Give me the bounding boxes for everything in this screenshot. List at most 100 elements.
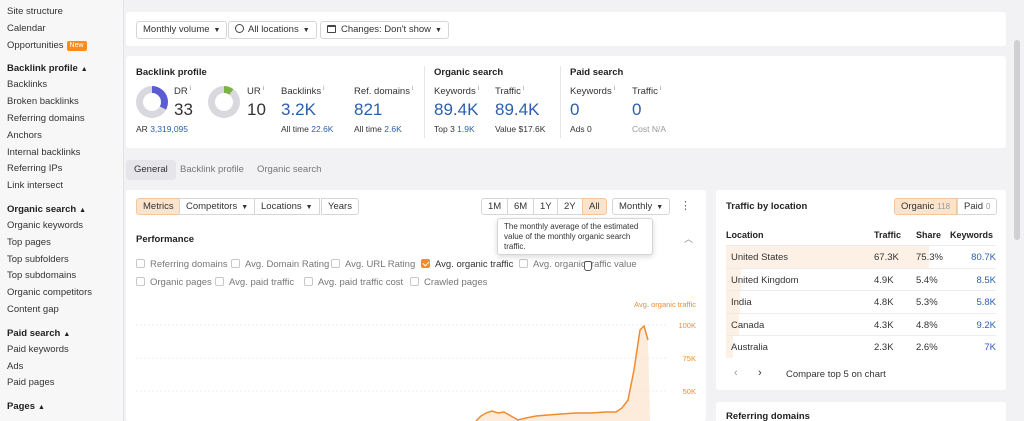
metric-tooltip: The monthly average of the estimated val… (497, 218, 653, 255)
changes-dropdown[interactable]: Changes: Don't show ▼ (320, 21, 449, 39)
ref-domains-value[interactable]: 821 (354, 100, 382, 120)
share-cell: 4.8% (916, 319, 938, 331)
range-1m-button[interactable]: 1M (481, 198, 509, 215)
performance-chart (136, 324, 666, 421)
table-row[interactable]: Australia 2.3K 2.6% 7K (726, 335, 996, 358)
ur-label: UR i (247, 86, 265, 98)
organic-traffic-value[interactable]: 89.4K (495, 100, 539, 120)
triangle-up-icon: ▲ (63, 330, 71, 338)
prev-page-icon[interactable]: ‹ (734, 367, 738, 379)
keywords-cell[interactable]: 9.2K (976, 320, 996, 331)
locations-dropdown[interactable]: All locations ▼ (228, 21, 317, 39)
sidebar-item-top-subdomains[interactable]: Top subdomains (7, 268, 123, 285)
keywords-cell[interactable]: 7K (984, 342, 996, 353)
sidebar-item-referring-ips[interactable]: Referring IPs (7, 161, 123, 178)
traffic-cell: 4.3K (874, 319, 894, 331)
traffic-line (475, 324, 649, 421)
tab-backlink-profile[interactable]: Backlink profile (172, 160, 252, 180)
sidebar-item-anchors[interactable]: Anchors (7, 128, 123, 145)
page-scrollbar[interactable] (1014, 40, 1020, 240)
cost-stat: Cost N/A (632, 124, 667, 134)
keywords-cell[interactable]: 80.7K (971, 252, 996, 263)
sidebar-item-ads[interactable]: Ads (7, 359, 123, 376)
organic-count: 118 (937, 202, 951, 211)
checkbox-avg-organic-traffic[interactable]: Avg. organic traffic (421, 259, 513, 270)
paid-keywords-label: Keywords i (570, 86, 616, 98)
range-all-button[interactable]: All (582, 198, 607, 215)
backlinks-value[interactable]: 3.2K (281, 100, 316, 120)
interval-dropdown[interactable]: Monthly ▼ (612, 198, 671, 215)
paid-toggle[interactable]: Paid 0 (957, 198, 998, 215)
next-page-icon[interactable]: › (758, 367, 762, 379)
range-1y-button[interactable]: 1Y (533, 198, 559, 215)
sidebar-item-site-structure[interactable]: Site structure (7, 4, 123, 21)
sidebar-item-broken-backlinks[interactable]: Broken backlinks (7, 94, 123, 111)
table-row[interactable]: India 4.8K 5.3% 5.8K (726, 290, 996, 313)
checkbox-empty-icon (410, 277, 419, 286)
sidebar-item-organic-competitors[interactable]: Organic competitors (7, 285, 123, 302)
checkbox-avg-url-rating[interactable]: Avg. URL Rating (331, 259, 415, 270)
sidebar-item-calendar[interactable]: Calendar (7, 21, 123, 38)
checkbox-avg-paid-traffic-cost[interactable]: Avg. paid traffic cost (304, 277, 403, 288)
tab-organic-search[interactable]: Organic search (249, 160, 329, 180)
sidebar-item-content-gap[interactable]: Content gap (7, 302, 123, 319)
checkbox-label: Avg. paid traffic (229, 277, 295, 288)
traffic-by-location-card: Traffic by location Organic 118 Paid 0 Loc… (716, 190, 1006, 390)
sidebar: Site structure Calendar Opportunities New… (0, 0, 124, 421)
sidebar-item-paid-pages[interactable]: Paid pages (7, 375, 123, 392)
calendar-icon (327, 25, 336, 33)
sidebar-item-link-intersect[interactable]: Link intersect (7, 178, 123, 195)
referring-domains-card: Referring domains (716, 402, 1006, 421)
checkbox-organic-pages[interactable]: Organic pages (136, 277, 212, 288)
organic-traffic-label: Traffic i (495, 86, 525, 98)
sidebar-item-label: Opportunities (7, 39, 64, 51)
sidebar-item-organic-keywords[interactable]: Organic keywords (7, 218, 123, 235)
checkbox-referring-domains[interactable]: Referring domains (136, 259, 228, 270)
tab-general[interactable]: General (126, 160, 176, 180)
metrics-button[interactable]: Metrics (136, 198, 181, 215)
sidebar-item-top-subfolders[interactable]: Top subfolders (7, 252, 123, 269)
keywords-cell[interactable]: 8.5K (976, 275, 996, 286)
col-location: Location (726, 230, 764, 240)
organic-toggle[interactable]: Organic 118 (894, 198, 958, 215)
sidebar-item-referring-domains[interactable]: Referring domains (7, 111, 123, 128)
checkbox-avg-paid-traffic[interactable]: Avg. paid traffic (215, 277, 294, 288)
competitors-dropdown[interactable]: Competitors ▼ (179, 198, 256, 215)
section-title: Organic search (7, 203, 77, 215)
sidebar-item-internal-backlinks[interactable]: Internal backlinks (7, 145, 123, 162)
range-2y-button[interactable]: 2Y (557, 198, 583, 215)
volume-dropdown[interactable]: Monthly volume ▼ (136, 21, 228, 39)
organic-toggle-label: Organic (901, 201, 935, 212)
sidebar-item-opportunities[interactable]: Opportunities New (7, 38, 123, 55)
more-options-icon[interactable]: ⋮ (680, 199, 691, 212)
locations-filter-dropdown[interactable]: Locations ▼ (254, 198, 320, 215)
caret-down-icon: ▼ (241, 204, 249, 211)
keywords-cell[interactable]: 5.8K (976, 297, 996, 308)
traffic-cell: 4.9K (874, 274, 894, 286)
divider (424, 66, 425, 138)
triangle-up-icon: ▲ (80, 66, 88, 74)
checkbox-avg-domain-rating[interactable]: Avg. Domain Rating (231, 259, 329, 270)
sidebar-item-top-pages[interactable]: Top pages (7, 235, 123, 252)
sidebar-section-paid-search[interactable]: Paid search ▲ (7, 325, 123, 342)
ref-domains-alltime: All time 2.6K (354, 124, 402, 134)
checkbox-avg-organic-traffic-value[interactable]: Avg. organic traffic value (519, 259, 637, 270)
years-button[interactable]: Years (321, 198, 359, 215)
table-row[interactable]: United Kingdom 4.9K 5.4% 8.5K (726, 267, 996, 290)
checkbox-empty-icon (231, 259, 240, 268)
paid-traffic-value[interactable]: 0 (632, 100, 641, 120)
sidebar-item-paid-keywords[interactable]: Paid keywords (7, 342, 123, 359)
referring-domains-title: Referring domains (726, 411, 810, 421)
sidebar-section-pages[interactable]: Pages ▲ (7, 398, 123, 415)
table-row[interactable]: Canada 4.3K 4.8% 9.2K (726, 312, 996, 335)
paid-keywords-value[interactable]: 0 (570, 100, 579, 120)
sidebar-section-organic-search[interactable]: Organic search ▲ (7, 201, 123, 218)
checkbox-crawled-pages[interactable]: Crawled pages (410, 277, 487, 288)
range-6m-button[interactable]: 6M (507, 198, 535, 215)
organic-keywords-value[interactable]: 89.4K (434, 100, 478, 120)
table-row[interactable]: United States 67.3K 75.3% 80.7K (726, 245, 996, 268)
compare-top5-link[interactable]: Compare top 5 on chart (786, 369, 886, 380)
sidebar-section-backlink-profile[interactable]: Backlink profile ▲ (7, 60, 123, 77)
collapse-chevron-icon[interactable]: ︿ (684, 232, 693, 245)
sidebar-item-backlinks[interactable]: Backlinks (7, 77, 123, 94)
